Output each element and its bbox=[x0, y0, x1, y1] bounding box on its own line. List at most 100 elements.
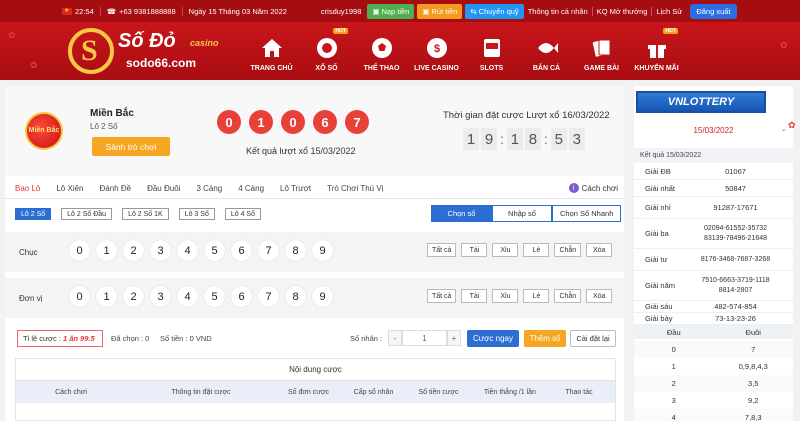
result-ball: 1 bbox=[249, 110, 273, 134]
nav-live-casino[interactable]: $ LIVE CASINO bbox=[409, 22, 464, 80]
result-balls: 0 1 0 6 7 bbox=[217, 110, 369, 134]
subtab-lo-3-so[interactable]: Lô 3 Số bbox=[178, 208, 215, 220]
select-big-button[interactable]: Tài bbox=[461, 289, 488, 303]
nav-fishing[interactable]: BẮN CÁ bbox=[519, 22, 574, 80]
row-label: Đơn vị bbox=[19, 294, 43, 303]
number-ball[interactable]: 2 bbox=[123, 286, 144, 307]
site-logo[interactable]: Số Đỏ casino sodo66.com bbox=[68, 26, 228, 76]
chevron-down-icon[interactable]: ⌄ bbox=[780, 124, 787, 133]
transfer-button[interactable]: ⇆ Chuyển quỹ bbox=[465, 3, 524, 19]
number-ball[interactable]: 1 bbox=[96, 286, 117, 307]
bet-content-table: Nội dung cược Cách chơi Thông tin đặt cư… bbox=[15, 358, 616, 421]
number-ball[interactable]: 0 bbox=[69, 286, 90, 307]
number-ball[interactable]: 5 bbox=[204, 286, 225, 307]
number-ball[interactable]: 5 bbox=[204, 240, 225, 261]
number-ball[interactable]: 4 bbox=[177, 286, 198, 307]
nav-sports[interactable]: THỂ THAO bbox=[354, 22, 409, 80]
nav-home[interactable]: TRANG CHỦ bbox=[244, 22, 299, 80]
loto-row: 1 0,9,8,4,3 bbox=[671, 362, 768, 371]
number-ball[interactable]: 1 bbox=[96, 240, 117, 261]
personal-info-link[interactable]: Thông tin cá nhân bbox=[524, 6, 593, 16]
result-ball: 0 bbox=[217, 110, 241, 134]
playing-cards-icon bbox=[591, 37, 613, 59]
tab-danh-de[interactable]: Đánh Đề bbox=[90, 184, 138, 193]
select-all-button[interactable]: Tất cả bbox=[427, 289, 457, 303]
hotline: ☎ +63 9381888888 bbox=[101, 6, 183, 16]
deposit-icon: ▣ bbox=[372, 6, 380, 16]
tab-4-cang[interactable]: 4 Càng bbox=[228, 184, 270, 193]
nav-slots[interactable]: SLOTS bbox=[464, 22, 519, 80]
tab-dau-duoi[interactable]: Đầu Đuôi bbox=[137, 184, 186, 193]
select-all-button[interactable]: Tất cả bbox=[427, 243, 457, 257]
select-small-button[interactable]: Xỉu bbox=[492, 289, 519, 303]
nav-promotions[interactable]: HOT KHUYẾN MÃI bbox=[629, 22, 684, 80]
number-ball[interactable]: 2 bbox=[123, 240, 144, 261]
tab-tro-choi-thu-vi[interactable]: Trò Chơi Thú Vị bbox=[317, 184, 389, 193]
result-ball: 6 bbox=[313, 110, 337, 134]
tab-bao-lo[interactable]: Bao Lô bbox=[5, 184, 46, 193]
tens-row: Chục 0 1 2 3 4 5 6 7 8 9 Tất cả Tài Xỉu … bbox=[5, 232, 624, 272]
select-odd-button[interactable]: Lẻ bbox=[523, 243, 550, 257]
username[interactable]: crisduy1998 bbox=[317, 7, 365, 16]
bet-amount: Số tiền : 0 VND bbox=[160, 334, 212, 343]
how-to-play-link[interactable]: i Cách chơi bbox=[568, 183, 618, 193]
subtab-lo-4-so[interactable]: Lô 4 Số bbox=[224, 208, 261, 220]
subtab-lo-2-so-dau[interactable]: Lô 2 Số Đầu bbox=[61, 208, 113, 220]
number-ball[interactable]: 3 bbox=[150, 240, 171, 261]
mode-quick-pick[interactable]: Chọn Số Nhanh bbox=[552, 205, 622, 222]
multiplier-stepper: - 1 + bbox=[388, 330, 461, 346]
increment-button[interactable]: + bbox=[447, 330, 461, 346]
current-date: Ngày 15 Tháng 03 Năm 2022 bbox=[188, 6, 287, 16]
subtab-lo-2-so-1k[interactable]: Lô 2 Số 1K bbox=[122, 208, 169, 220]
clear-button[interactable]: Xóa bbox=[586, 243, 613, 257]
nav-card-games[interactable]: GAME BÀI bbox=[574, 22, 629, 80]
loto-row: 4 7,8,3 bbox=[634, 409, 793, 421]
select-even-button[interactable]: Chẵn bbox=[554, 243, 582, 257]
add-number-button[interactable]: Thêm số bbox=[524, 330, 566, 347]
odds-ratio: Tỉ lệ cược : 1 ăn 99.5 bbox=[17, 330, 103, 347]
tab-lo-truot[interactable]: Lô Trượt bbox=[270, 184, 317, 193]
tab-3-cang[interactable]: 3 Càng bbox=[186, 184, 228, 193]
countdown-title: Thời gian đặt cược Lượt xổ 16/03/2022 bbox=[443, 110, 610, 121]
mode-pick-numbers[interactable]: Chọn số bbox=[431, 205, 492, 222]
lobby-button[interactable]: Sảnh trò chơi bbox=[92, 137, 170, 156]
number-ball[interactable]: 6 bbox=[231, 286, 252, 307]
number-ball[interactable]: 8 bbox=[285, 240, 306, 261]
number-ball[interactable]: 9 bbox=[312, 240, 333, 261]
transfer-icon: ⇆ bbox=[470, 6, 477, 16]
svg-text:$: $ bbox=[433, 43, 439, 55]
select-odd-button[interactable]: Lẻ bbox=[523, 289, 550, 303]
select-even-button[interactable]: Chẵn bbox=[554, 289, 582, 303]
number-ball[interactable]: 8 bbox=[285, 286, 306, 307]
region-badge: Miền Bắc bbox=[25, 112, 63, 150]
nav-lottery[interactable]: HOT XỔ SỐ bbox=[299, 22, 354, 80]
deposit-button[interactable]: ▣ Nạp tiền bbox=[367, 3, 415, 19]
results-link[interactable]: KQ Mở thưởng bbox=[593, 6, 653, 16]
tab-lo-xien[interactable]: Lô Xiên bbox=[46, 184, 89, 193]
number-ball[interactable]: 3 bbox=[150, 286, 171, 307]
number-ball[interactable]: 0 bbox=[69, 240, 90, 261]
select-big-button[interactable]: Tài bbox=[461, 243, 488, 257]
clear-button[interactable]: Xóa bbox=[586, 289, 613, 303]
mode-enter-numbers[interactable]: Nhập số bbox=[492, 205, 552, 222]
number-ball[interactable]: 7 bbox=[258, 286, 279, 307]
withdraw-button[interactable]: ▣ Rút tiền bbox=[417, 3, 463, 19]
prize-row: Giải ĐB 01067 bbox=[634, 163, 793, 180]
history-link[interactable]: Lịch Sử bbox=[652, 7, 686, 16]
number-ball[interactable]: 9 bbox=[312, 286, 333, 307]
number-ball[interactable]: 4 bbox=[177, 240, 198, 261]
subtab-lo-2-so[interactable]: Lô 2 Số bbox=[15, 208, 52, 220]
place-bet-button[interactable]: Cược ngay bbox=[467, 330, 519, 347]
number-ball[interactable]: 6 bbox=[231, 240, 252, 261]
reset-button[interactable]: Cài đặt lại bbox=[570, 330, 616, 347]
select-small-button[interactable]: Xỉu bbox=[492, 243, 519, 257]
quick-select-group: Tất cả Tài Xỉu Lẻ Chẵn Xóa bbox=[427, 289, 613, 303]
date-select[interactable]: 15/03/2022 bbox=[634, 121, 793, 139]
number-ball[interactable]: 7 bbox=[258, 240, 279, 261]
decrement-button[interactable]: - bbox=[388, 330, 402, 346]
multiplier-input[interactable]: 1 bbox=[402, 330, 447, 346]
blossom-icon: ✿ bbox=[788, 120, 796, 130]
logo-ring-icon bbox=[68, 28, 114, 74]
logout-button[interactable]: Đăng xuất bbox=[690, 3, 737, 19]
prize-row: Giải sáu 482-574-854 bbox=[634, 301, 793, 313]
